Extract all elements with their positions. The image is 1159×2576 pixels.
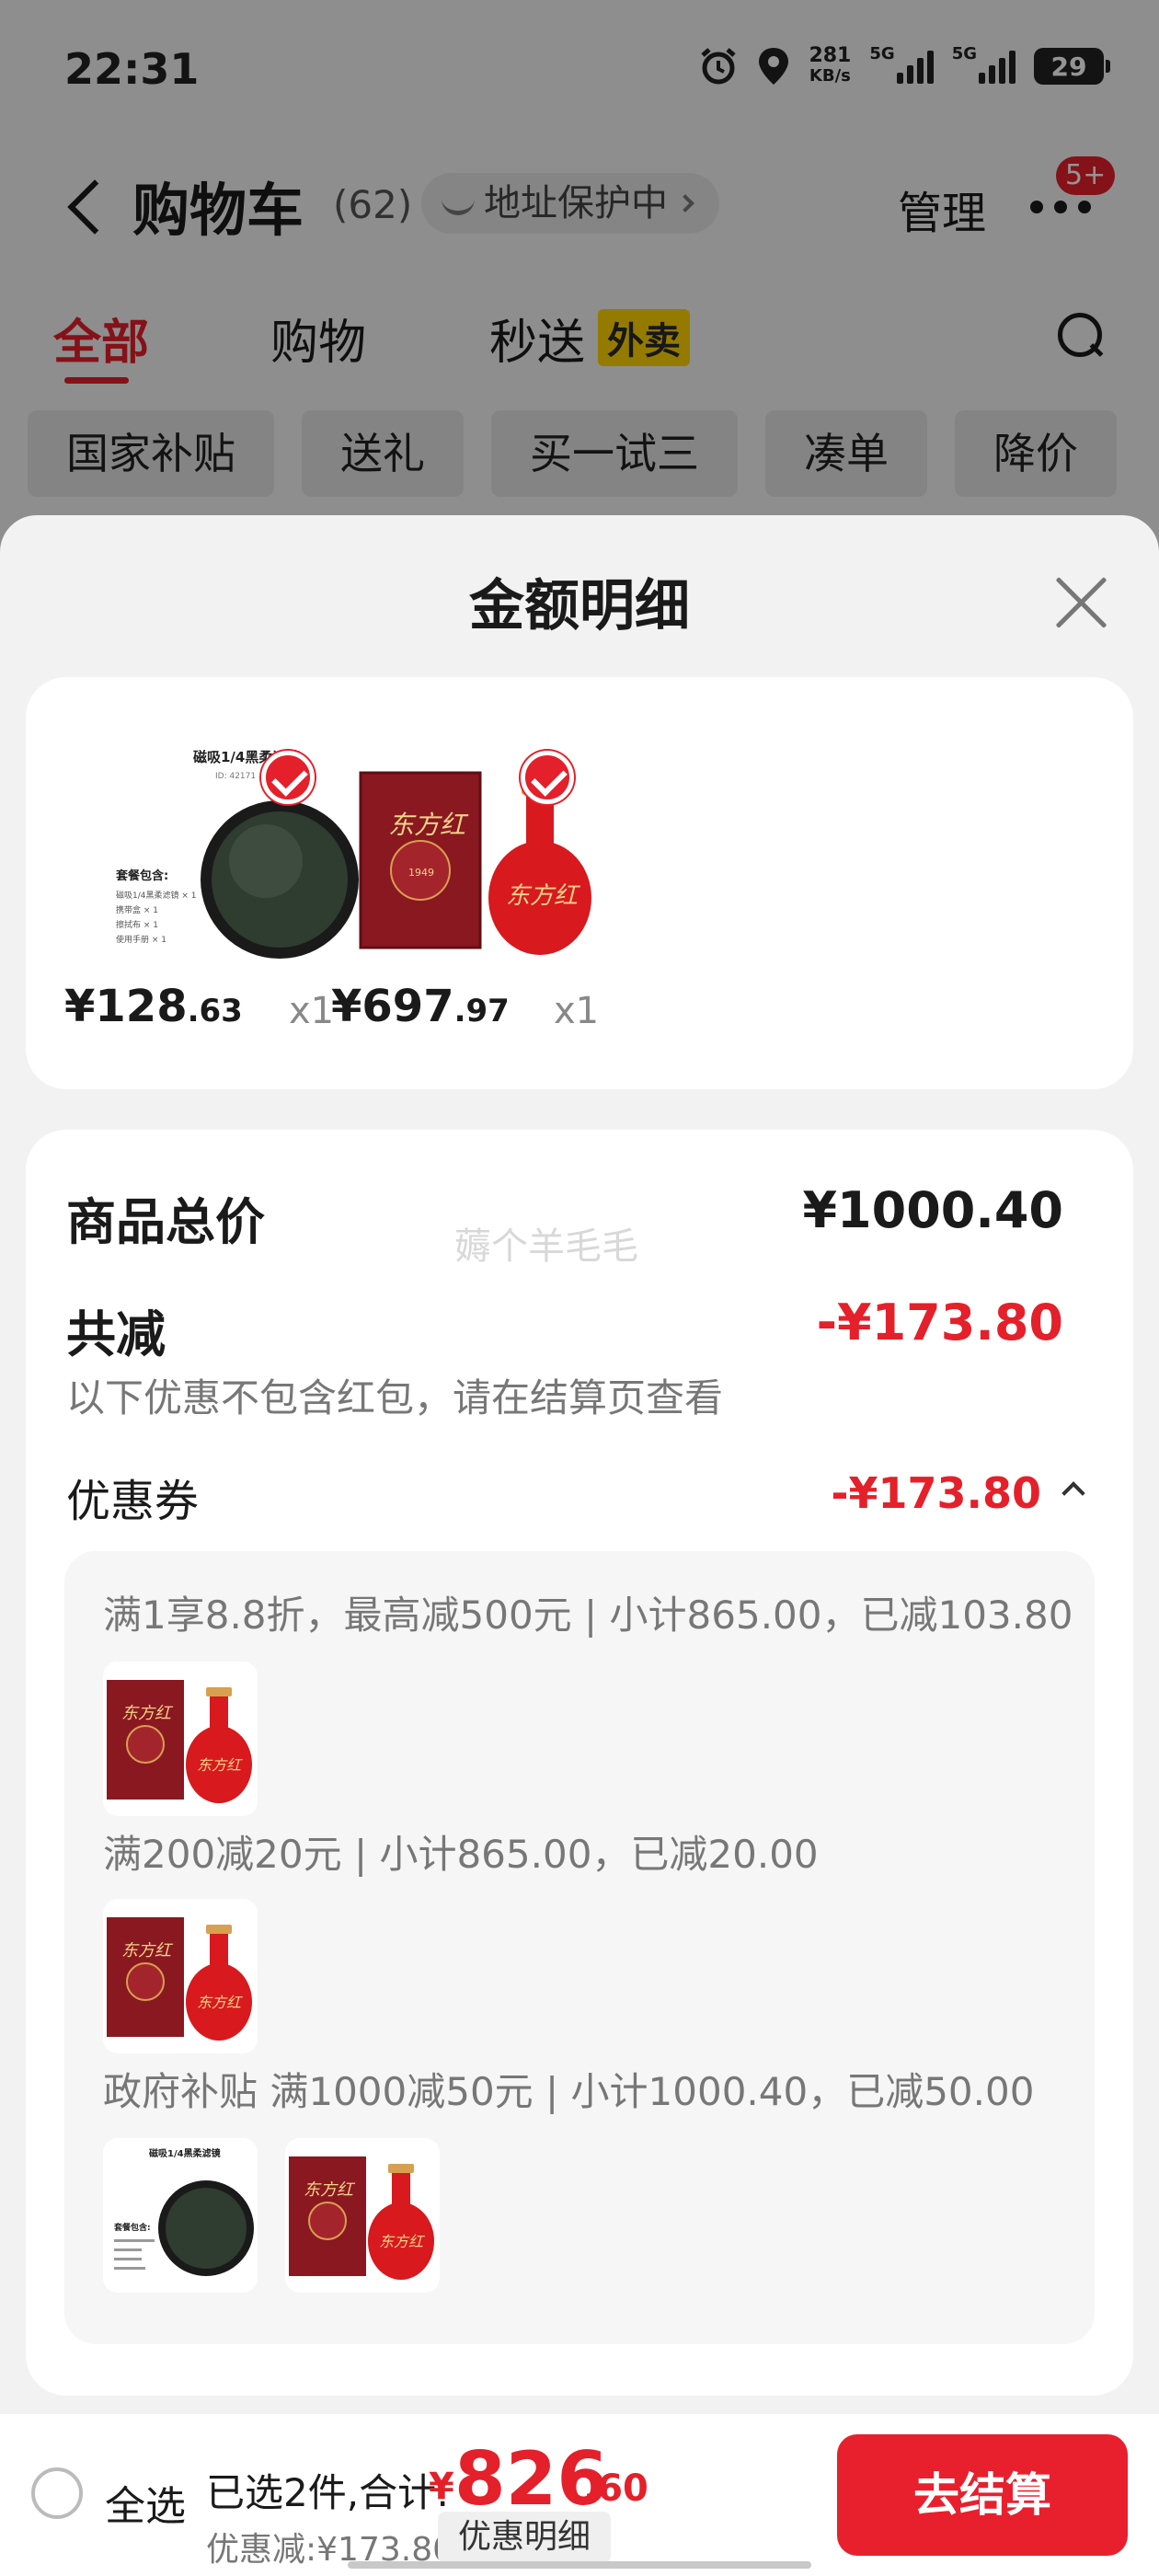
close-icon[interactable] xyxy=(1049,569,1113,633)
sheet-title: 金额明细 xyxy=(469,574,690,638)
coupon-label[interactable]: 优惠券 xyxy=(66,1465,199,1529)
select-all-label[interactable]: 全选 xyxy=(105,2473,186,2532)
coupon-line: 满1享8.8折，最高减500元 | 小计865.00，已减103.80 xyxy=(103,1593,1073,1638)
total-price-value: ¥1000.40 xyxy=(802,1181,1063,1239)
svg-text:东方红: 东方红 xyxy=(506,882,581,910)
product-quantity: x1 xyxy=(554,990,600,1032)
total-reduce-value: -¥173.80 xyxy=(816,1294,1063,1351)
svg-text:东方红: 东方红 xyxy=(197,1994,243,2011)
discount-note: 以下优惠不包含红包，请在结算页查看 xyxy=(66,1375,724,1420)
total-price-label: 商品总价 xyxy=(66,1193,265,1251)
svg-text:擦拭布 × 1: 擦拭布 × 1 xyxy=(116,919,158,930)
svg-text:ID: 42171: ID: 42171 xyxy=(215,772,256,781)
svg-text:1949: 1949 xyxy=(408,867,434,879)
checkout-button[interactable]: 去结算 xyxy=(837,2434,1128,2556)
total-reduce-label: 共减 xyxy=(66,1305,166,1363)
svg-text:东方红: 东方红 xyxy=(121,1704,174,1723)
home-indicator[interactable] xyxy=(348,2561,811,2569)
discount-detail-button[interactable]: 优惠明细 xyxy=(438,2512,612,2563)
coupon-line: 政府补贴 满1000减50元 | 小计1000.40，已减50.00 xyxy=(103,2069,1035,2114)
coupon-detail-box: 满1享8.8折，最高减500元 | 小计865.00，已减103.80 东方红 … xyxy=(64,1551,1095,2344)
svg-text:东方红: 东方红 xyxy=(304,2180,356,2200)
watermark-text: 薅个羊毛毛 xyxy=(454,1225,638,1268)
product-checkmark-icon xyxy=(521,751,574,804)
checkout-bar: 全选 已选2件,合计: ¥ 826 .60 优惠减:¥173.80 优惠明细 去… xyxy=(0,2414,1159,2576)
product-price: ¥697.97 xyxy=(331,981,510,1032)
total-currency: ¥ xyxy=(429,2466,454,2508)
filter-thumb-image: 磁吸1/4黑柔滤镜 套餐包含: xyxy=(114,2147,254,2276)
coupon-line: 满200减20元 | 小计865.00，已减20.00 xyxy=(103,1832,819,1877)
selected-summary: 已选2件,合计: xyxy=(206,2470,450,2515)
coupon-value[interactable]: -¥173.80 xyxy=(831,1468,1041,1518)
svg-text:套餐包含:: 套餐包含: xyxy=(115,868,168,883)
svg-text:套餐包含:: 套餐包含: xyxy=(114,2222,151,2233)
coupon-product-thumb-liquor: 东方红 东方红 xyxy=(285,2138,440,2293)
coupon-product-thumb-liquor: 东方红 东方红 xyxy=(103,1662,258,1816)
product-price: ¥128.63 xyxy=(64,981,243,1032)
select-all-radio[interactable] xyxy=(31,2467,83,2519)
filter-lens-image: 磁吸1/4黑柔滤镜 ID: 42171 套餐包含: 磁吸1/4黑柔滤镜 × 1 … xyxy=(115,749,359,959)
product-image-filter: 磁吸1/4黑柔滤镜 ID: 42171 套餐包含: 磁吸1/4黑柔滤镜 × 1 … xyxy=(96,742,372,962)
svg-text:东方红: 东方红 xyxy=(388,810,469,840)
liquor-thumb-image: 东方红 东方红 xyxy=(107,1680,252,1803)
svg-text:使用手册 × 1: 使用手册 × 1 xyxy=(116,934,166,945)
coupon-product-thumb-liquor: 东方红 东方红 xyxy=(103,1899,258,2053)
liquor-thumb-image: 东方红 东方红 xyxy=(289,2156,434,2280)
svg-text:携带盒 × 1: 携带盒 × 1 xyxy=(116,904,158,915)
svg-text:东方红: 东方红 xyxy=(197,1756,243,1774)
total-amount-decimal: .60 xyxy=(583,2467,648,2510)
liquor-thumb-image: 东方红 东方红 xyxy=(107,1917,252,2041)
svg-text:磁吸1/4黑柔滤镜 × 1: 磁吸1/4黑柔滤镜 × 1 xyxy=(116,890,196,901)
svg-text:磁吸1/4黑柔滤镜: 磁吸1/4黑柔滤镜 xyxy=(149,2147,221,2159)
svg-text:东方红: 东方红 xyxy=(379,2233,425,2250)
selected-products-card: 磁吸1/4黑柔滤镜 ID: 42171 套餐包含: 磁吸1/4黑柔滤镜 × 1 … xyxy=(26,677,1133,1089)
svg-text:东方红: 东方红 xyxy=(121,1941,174,1961)
product-quantity: x1 xyxy=(289,990,335,1032)
product-checkmark-icon xyxy=(261,751,315,804)
coupon-product-thumb-filter: 磁吸1/4黑柔滤镜 套餐包含: xyxy=(103,2138,258,2293)
